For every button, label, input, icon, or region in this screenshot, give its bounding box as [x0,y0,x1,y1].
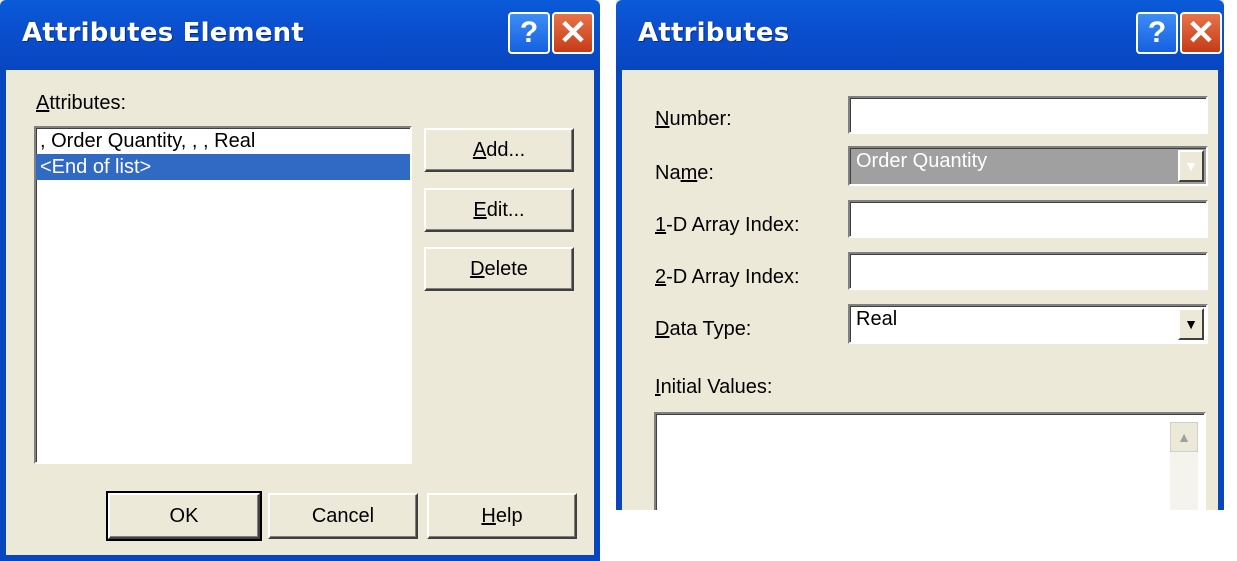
list-item[interactable]: , Order Quantity, , , Real [36,128,410,154]
attributes-dialog: Attributes ? ✕ Number: Name: Order Quant… [616,0,1224,510]
window-frame-right [1218,70,1224,510]
close-button[interactable]: ✕ [552,12,594,54]
window-frame-left [0,70,6,561]
dialog-title: Attributes [638,18,790,48]
data-type-value: Real [856,308,898,330]
initial-values-textarea[interactable]: ▲ [654,412,1206,510]
initial-values-label: Initial Values: [655,376,773,398]
vertical-scrollbar[interactable] [1170,452,1198,510]
scroll-up-icon[interactable]: ▲ [1170,422,1198,452]
edit-button[interactable]: Edit... [424,188,574,232]
number-label: Number: [655,108,732,130]
ok-button[interactable]: OK [106,491,262,541]
close-button[interactable]: ✕ [1180,12,1222,54]
help-button[interactable]: Help [427,493,577,539]
title-bar[interactable]: Attributes ? ✕ [616,0,1224,70]
name-label: Name: [655,162,714,184]
window-frame-right [594,70,600,561]
add-button[interactable]: Add... [424,128,574,172]
close-icon: ✕ [1186,14,1216,52]
help-title-button[interactable]: ? [508,12,550,54]
data-type-dropdown[interactable]: Real ▼ [848,304,1208,344]
attributes-element-dialog: Attributes Element ? ✕ Attributes: , Ord… [0,0,600,561]
delete-button[interactable]: Delete [424,247,574,291]
chevron-down-icon[interactable]: ▼ [1178,308,1204,340]
chevron-down-icon[interactable]: ▼ [1178,150,1204,182]
close-icon: ✕ [558,14,588,52]
list-item-selected[interactable]: <End of list> [36,154,410,180]
array-index-1d-field[interactable] [848,200,1208,238]
window-frame-bottom [0,555,600,561]
attributes-list-label: Attributes: [36,92,127,114]
array-index-2d-field[interactable] [848,252,1208,290]
name-value: Order Quantity [856,150,988,172]
array-index-1d-label: 1-D Array Index: [655,214,800,236]
name-dropdown[interactable]: Order Quantity ▼ [848,146,1208,186]
data-type-label: Data Type: [655,318,752,340]
cancel-button[interactable]: Cancel [268,493,418,539]
help-title-button[interactable]: ? [1136,12,1178,54]
array-index-2d-label: 2-D Array Index: [655,266,800,288]
number-field[interactable] [848,96,1208,134]
question-icon: ? [519,16,539,49]
window-frame-left [616,70,622,510]
attributes-listbox[interactable]: , Order Quantity, , , Real <End of list> [34,126,412,464]
dialog-title: Attributes Element [22,18,304,48]
question-icon: ? [1147,16,1167,49]
title-bar[interactable]: Attributes Element ? ✕ [0,0,600,70]
